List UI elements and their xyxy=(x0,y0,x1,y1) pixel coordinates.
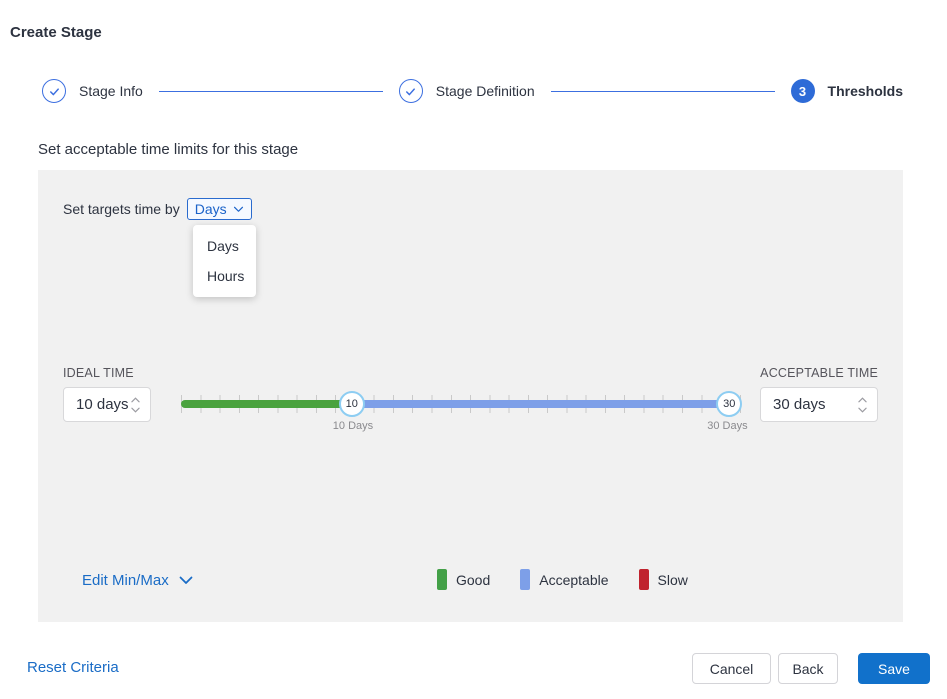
ideal-time-value: 10 days xyxy=(76,396,129,413)
time-threshold-slider: 10 30 10 Days 30 Days xyxy=(181,391,748,435)
stepper-down-icon[interactable] xyxy=(858,407,867,413)
section-heading: Set acceptable time limits for this stag… xyxy=(38,141,299,158)
cancel-button[interactable]: Cancel xyxy=(692,653,771,684)
reset-criteria-link[interactable]: Reset Criteria xyxy=(27,659,119,676)
step-complete-icon xyxy=(398,79,423,103)
step-complete-icon xyxy=(42,79,66,103)
ideal-time-label: IDEAL TIME xyxy=(63,366,134,380)
slider-track[interactable] xyxy=(181,400,741,408)
legend-label: Slow xyxy=(657,571,688,588)
ideal-time-stepper xyxy=(131,396,140,413)
slider-handle-acceptable[interactable]: 30 xyxy=(716,391,743,417)
slow-color-swatch xyxy=(638,569,649,590)
acceptable-time-input[interactable]: 30 days xyxy=(760,387,878,422)
ideal-time-input[interactable]: 10 days xyxy=(63,387,151,422)
step-number: 3 xyxy=(798,83,807,99)
stepper-up-icon[interactable] xyxy=(131,396,140,403)
stepper-step-stage-definition[interactable]: Stage Definition xyxy=(398,79,535,103)
chevron-down-icon xyxy=(179,576,193,584)
legend-label: Acceptable xyxy=(539,571,609,588)
targets-time-row: Set targets time by Days xyxy=(63,198,252,220)
stepper-connector xyxy=(158,90,383,92)
time-unit-select[interactable]: Days xyxy=(186,198,252,220)
threshold-legend: Good Acceptable Slow xyxy=(437,569,688,590)
time-unit-dropdown-menu: Days Hours xyxy=(193,225,256,297)
footer-actions: Cancel Back Save xyxy=(692,653,930,684)
chevron-down-icon xyxy=(233,206,243,212)
step-label: Stage Definition xyxy=(435,83,535,99)
dropdown-option-hours[interactable]: Hours xyxy=(193,261,256,291)
slider-handle-ideal-value: 10 xyxy=(345,398,358,410)
time-unit-selected-value: Days xyxy=(194,201,227,217)
step-label: Thresholds xyxy=(827,83,904,99)
check-icon xyxy=(49,87,59,95)
dropdown-option-days[interactable]: Days xyxy=(193,231,256,261)
stepper-connector xyxy=(550,90,775,92)
legend-item-acceptable: Acceptable xyxy=(520,569,609,590)
wizard-stepper: Stage Info Stage Definition 3 Thresholds xyxy=(42,78,903,104)
save-button[interactable]: Save xyxy=(858,653,930,684)
step-label: Stage Info xyxy=(79,83,143,99)
stepper-step-thresholds[interactable]: 3 Thresholds xyxy=(790,79,904,103)
edit-minmax-label: Edit Min/Max xyxy=(82,572,169,589)
legend-label: Good xyxy=(456,571,491,588)
acceptable-time-stepper xyxy=(858,396,867,413)
stepper-down-icon[interactable] xyxy=(131,407,140,413)
acceptable-time-label: ACCEPTABLE TIME xyxy=(760,366,878,380)
slider-handle-acceptable-value: 30 xyxy=(723,398,736,410)
acceptable-time-value: 30 days xyxy=(773,396,826,413)
check-icon xyxy=(406,87,416,95)
back-button[interactable]: Back xyxy=(778,653,838,684)
thresholds-panel: Set targets time by Days Days Hours IDEA… xyxy=(38,170,903,622)
page-title: Create Stage xyxy=(10,24,102,41)
stepper-up-icon[interactable] xyxy=(858,396,867,403)
stepper-step-stage-info[interactable]: Stage Info xyxy=(42,79,143,103)
legend-item-good: Good xyxy=(437,569,490,590)
legend-item-slow: Slow xyxy=(638,569,688,590)
slider-handle-ideal[interactable]: 10 xyxy=(338,391,365,417)
slider-caption-ideal: 10 Days xyxy=(332,420,374,432)
acceptable-color-swatch xyxy=(520,569,531,590)
slider-caption-acceptable: 30 Days xyxy=(707,420,748,432)
step-number-badge: 3 xyxy=(790,79,815,103)
good-color-swatch xyxy=(437,569,447,590)
edit-minmax-toggle[interactable]: Edit Min/Max xyxy=(82,572,193,589)
targets-time-label: Set targets time by xyxy=(63,201,180,217)
